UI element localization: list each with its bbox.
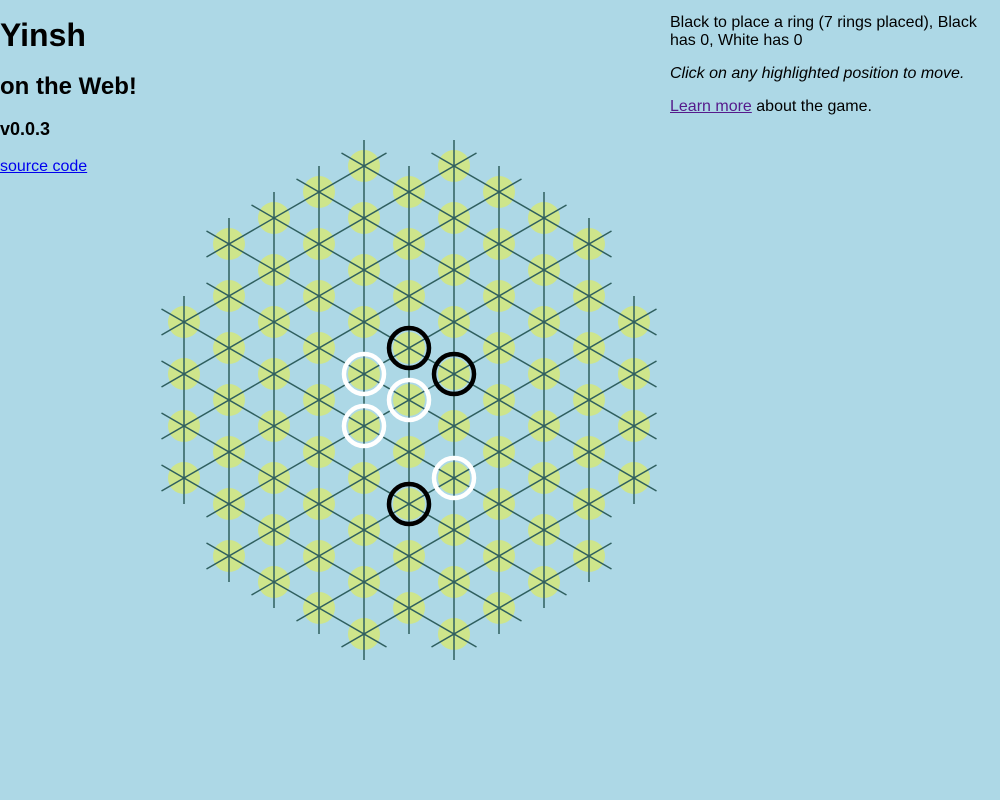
grid-line [296, 412, 657, 622]
learn-more-suffix: about the game. [751, 98, 872, 115]
instruction-text: Click on any highlighted position to mov… [670, 65, 965, 82]
learn-more-line: Learn more about the game. [670, 98, 990, 116]
page-title: Yinsh [0, 17, 86, 53]
game-status-text: Black to place a ring (7 rings placed), … [670, 14, 977, 49]
grid-line [161, 412, 522, 622]
game-board[interactable] [150, 130, 670, 670]
learn-more-link[interactable]: Learn more [670, 98, 752, 115]
version-label: v0.0.3 [0, 119, 51, 139]
grid-line [161, 178, 522, 388]
grid-line [296, 178, 657, 388]
page-subtitle: on the Web! [0, 73, 137, 100]
source-code-link[interactable]: source code [0, 158, 87, 176]
status-panel: Black to place a ring (7 rings placed), … [670, 14, 990, 116]
